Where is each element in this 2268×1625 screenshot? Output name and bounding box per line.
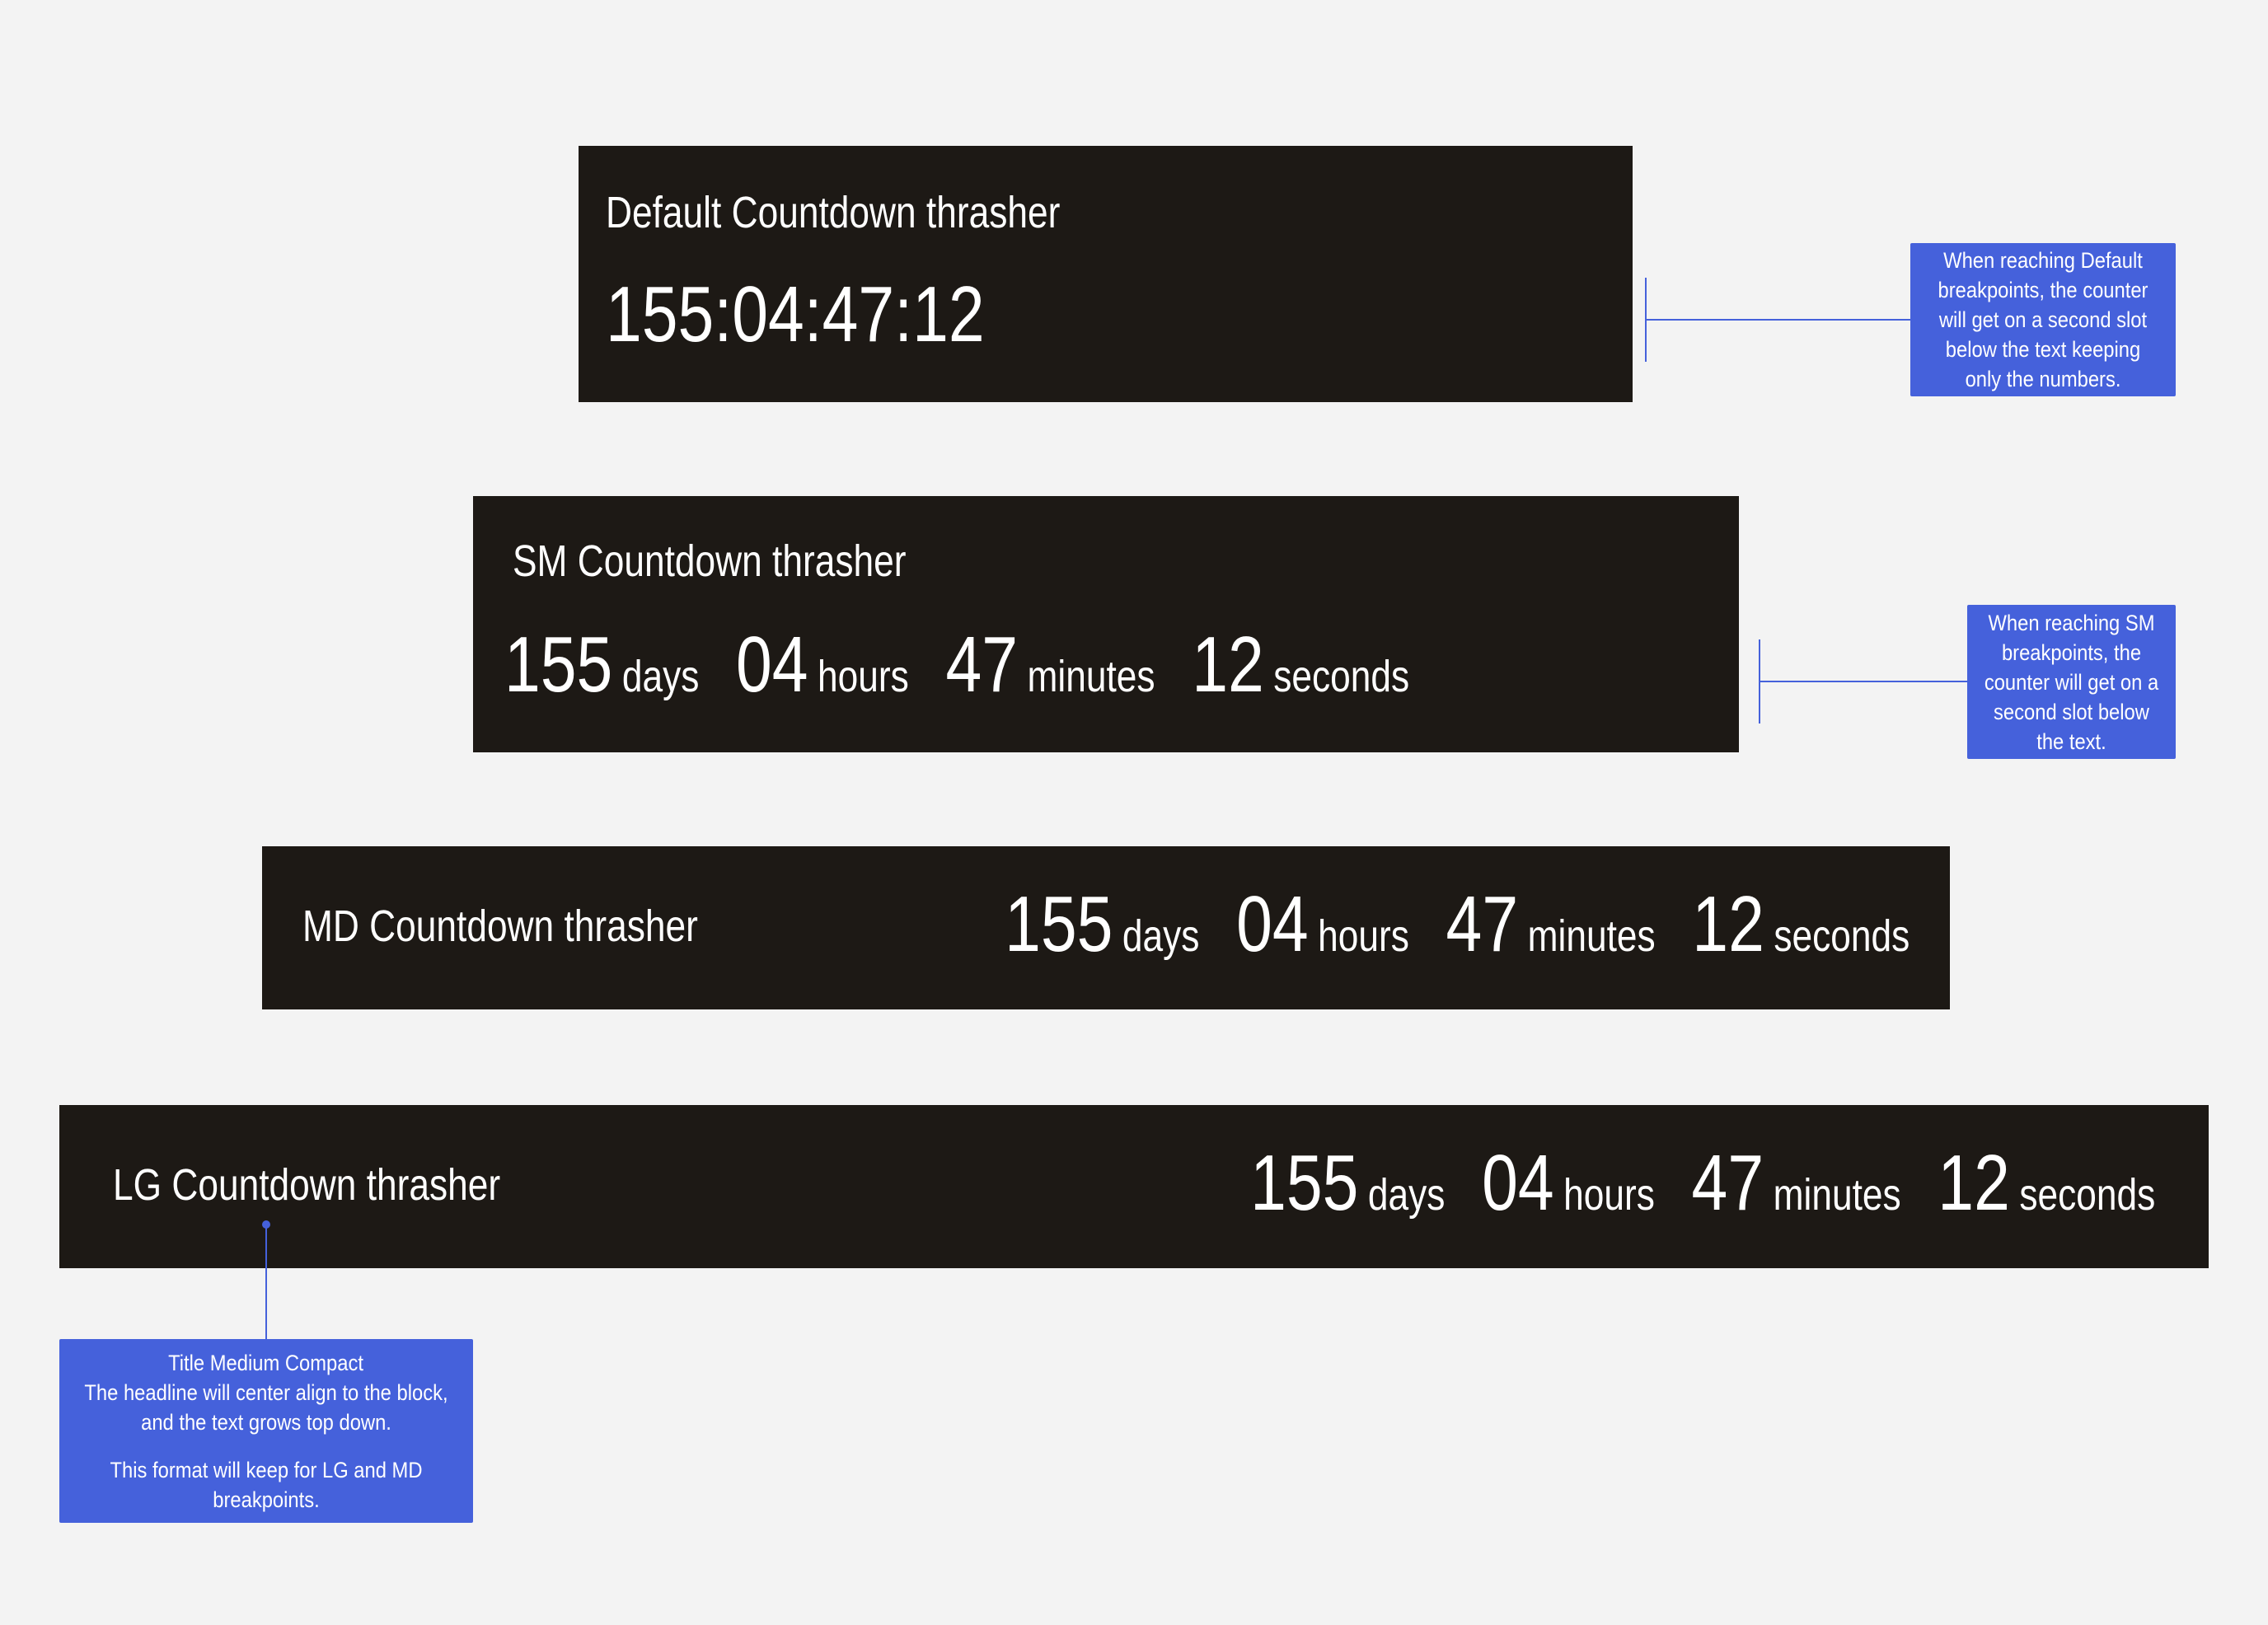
- seconds-segment: 12seconds: [1692, 940, 1910, 954]
- sm-connector: [1760, 681, 1967, 682]
- days-segment: 155days: [1005, 940, 1233, 954]
- days-value: 155: [1005, 880, 1113, 968]
- hours-segment: 04hours: [1482, 1199, 1689, 1213]
- minutes-segment: 47minutes: [1691, 1199, 1934, 1213]
- sm-counter: 155days 04hours 47minutes 12seconds: [504, 620, 1608, 710]
- minutes-unit: minutes: [1028, 652, 1155, 701]
- seconds-segment: 12seconds: [1192, 681, 1409, 695]
- days-segment: 155days: [504, 681, 733, 695]
- sm-title-text: SM Countdown thrasher: [513, 536, 906, 587]
- hours-value: 04: [736, 620, 808, 709]
- md-counter-row: 155days 04hours 47minutes 12seconds: [1005, 879, 1910, 970]
- minutes-unit: minutes: [1527, 911, 1655, 961]
- default-annotation-text: When reaching Default breakpoints, the c…: [1926, 246, 2159, 394]
- lg-counter-row: 155days 04hours 47minutes 12seconds: [1250, 1138, 2155, 1229]
- minutes-value: 47: [1691, 1139, 1764, 1227]
- sm-annotation: When reaching SM breakpoints, the counte…: [1967, 605, 2176, 759]
- seconds-unit: seconds: [1774, 911, 1910, 961]
- days-unit: days: [622, 652, 700, 701]
- minutes-segment: 47minutes: [1446, 940, 1689, 954]
- lg-countdown-block: LG Countdown thrasher 155days 04hours 47…: [59, 1105, 2209, 1268]
- sm-annotation-text: When reaching SM breakpoints, the counte…: [1980, 608, 2163, 756]
- default-connector: [1646, 319, 1910, 321]
- days-unit: days: [1122, 911, 1200, 961]
- seconds-segment: 12seconds: [1938, 1199, 2155, 1213]
- minutes-value: 47: [1446, 880, 1518, 968]
- minutes-unit: minutes: [1773, 1170, 1900, 1220]
- hours-segment: 04hours: [1236, 940, 1443, 954]
- hours-unit: hours: [1318, 911, 1409, 961]
- hours-segment: 04hours: [736, 681, 943, 695]
- md-title: MD Countdown thrasher: [302, 901, 785, 952]
- default-title: Default Countdown thrasher: [606, 187, 1160, 238]
- seconds-value: 12: [1192, 620, 1264, 709]
- lg-annotation-line1: Title Medium Compact: [169, 1348, 364, 1378]
- hours-unit: hours: [1563, 1170, 1655, 1220]
- default-counter-text: 155:04:47:12: [606, 269, 985, 360]
- days-segment: 155days: [1250, 1199, 1478, 1213]
- lg-counter: 155days 04hours 47minutes 12seconds: [1052, 1138, 2155, 1229]
- lg-annotation-line3: This format will keep for LG and MD brea…: [100, 1455, 433, 1515]
- default-counter: 155:04:47:12: [606, 269, 1068, 360]
- lg-title-text: LG Countdown thrasher: [113, 1159, 500, 1211]
- days-value: 155: [1250, 1139, 1358, 1227]
- default-countdown-block: Default Countdown thrasher 155:04:47:12: [579, 146, 1633, 402]
- sm-title: SM Countdown thrasher: [513, 536, 992, 587]
- hours-unit: hours: [818, 652, 909, 701]
- lg-title: LG Countdown thrasher: [113, 1159, 585, 1211]
- seconds-value: 12: [1692, 880, 1764, 968]
- hours-value: 04: [1482, 1139, 1554, 1227]
- seconds-value: 12: [1938, 1139, 2010, 1227]
- md-counter: 155days 04hours 47minutes 12seconds: [806, 879, 1910, 970]
- md-countdown-block: MD Countdown thrasher 155days 04hours 47…: [262, 846, 1950, 1009]
- seconds-unit: seconds: [2019, 1170, 2155, 1220]
- lg-connector: [265, 1225, 267, 1339]
- sm-counter-row: 155days 04hours 47minutes 12seconds: [504, 620, 1409, 710]
- lg-annotation-line2: The headline will center align to the bl…: [77, 1378, 455, 1437]
- minutes-segment: 47minutes: [945, 681, 1188, 695]
- default-title-text: Default Countdown thrasher: [606, 187, 1060, 238]
- minutes-value: 47: [945, 620, 1018, 709]
- hours-value: 04: [1236, 880, 1309, 968]
- default-annotation: When reaching Default breakpoints, the c…: [1910, 243, 2176, 396]
- days-value: 155: [504, 620, 612, 709]
- sm-countdown-block: SM Countdown thrasher 155days 04hours 47…: [473, 496, 1739, 752]
- lg-annotation: Title Medium Compact The headline will c…: [59, 1339, 473, 1523]
- days-unit: days: [1368, 1170, 1446, 1220]
- seconds-unit: seconds: [1273, 652, 1409, 701]
- md-title-text: MD Countdown thrasher: [302, 901, 698, 952]
